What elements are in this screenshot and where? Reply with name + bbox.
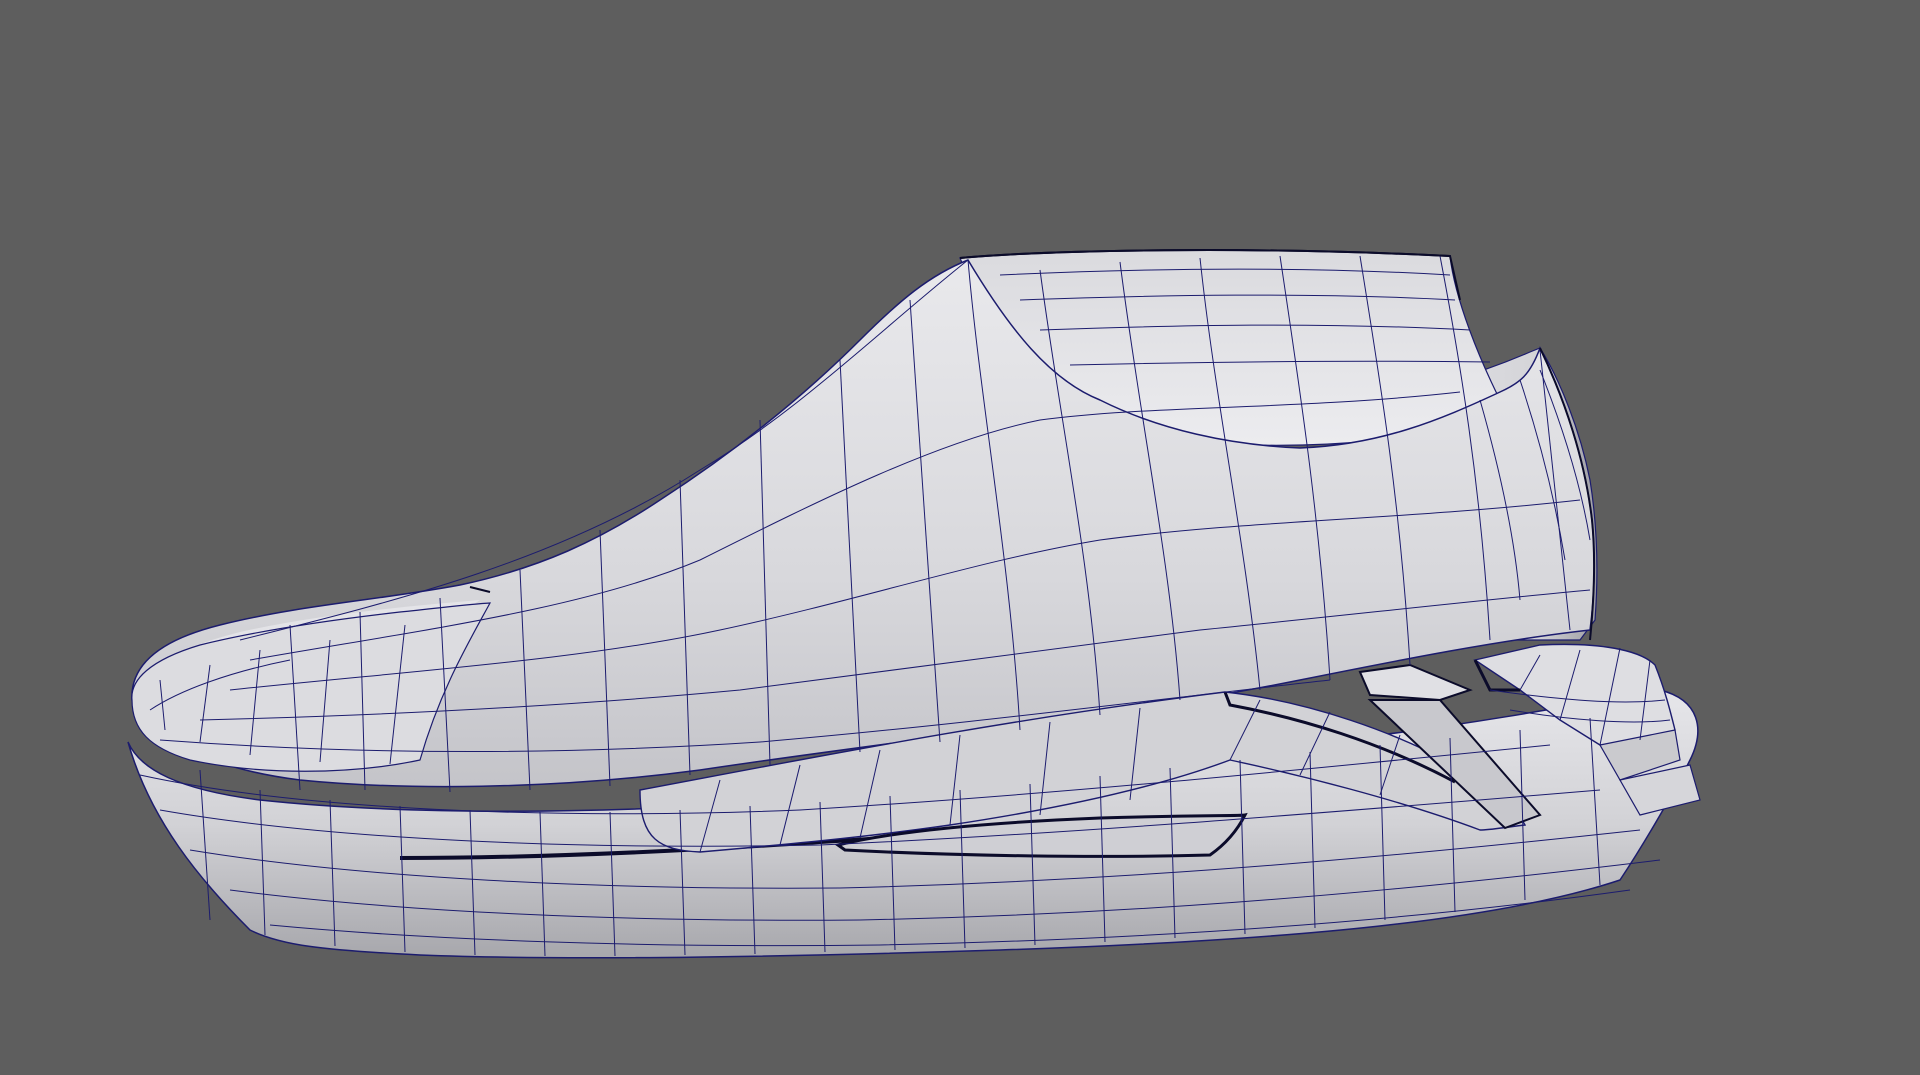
3d-viewport[interactable] bbox=[0, 0, 1920, 1075]
shoe-model-render[interactable] bbox=[0, 0, 1920, 1075]
